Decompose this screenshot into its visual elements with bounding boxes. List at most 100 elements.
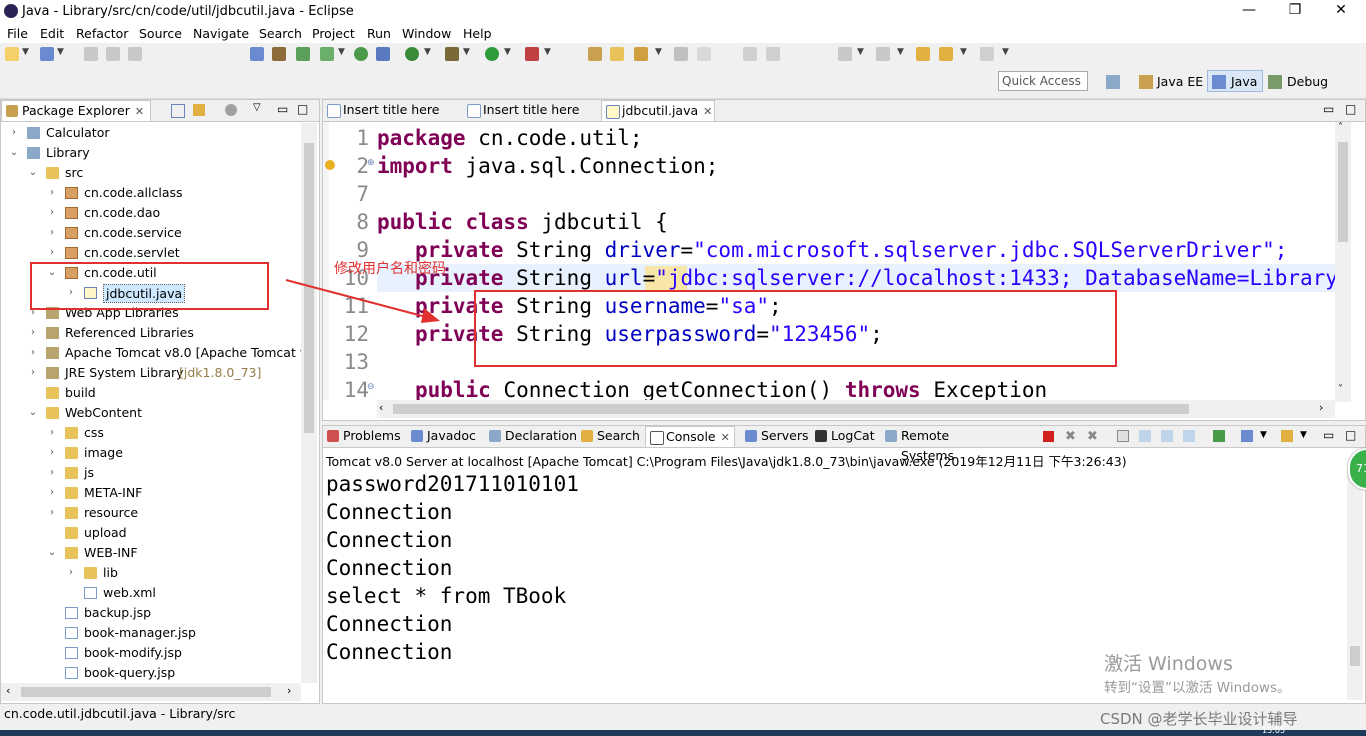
tree-item[interactable]: book-query.jsp: [1, 663, 301, 683]
minimize-view-icon[interactable]: ▭: [277, 102, 288, 116]
tree-item[interactable]: › cn.code.servlet: [1, 243, 301, 263]
show-stderr-icon[interactable]: [1183, 430, 1195, 442]
tree-item[interactable]: › lib: [1, 563, 301, 583]
menu-file[interactable]: File: [7, 26, 28, 41]
maximize-view-icon[interactable]: □: [297, 102, 308, 116]
close-icon[interactable]: ✕: [135, 105, 144, 118]
editor-horizontal-scrollbar[interactable]: ‹ ›: [377, 400, 1335, 418]
tree-horizontal-scrollbar[interactable]: ‹ ›: [1, 683, 301, 701]
run-icon[interactable]: [485, 47, 499, 61]
tree-item[interactable]: ⌄ WebContent: [1, 403, 301, 423]
tree-item[interactable]: backup.jsp: [1, 603, 301, 623]
check-icon[interactable]: [320, 47, 334, 61]
tree-item[interactable]: book-modify.jsp: [1, 643, 301, 663]
menu-navigate[interactable]: Navigate: [193, 26, 249, 41]
scroll-right-icon[interactable]: ›: [1319, 401, 1323, 414]
code-line[interactable]: public class jdbcutil {: [377, 208, 668, 236]
tree-item[interactable]: › image: [1, 443, 301, 463]
close-icon[interactable]: ✕: [721, 431, 730, 444]
open-perspective-icon[interactable]: [1106, 75, 1120, 89]
chevron-down-icon[interactable]: ▼: [655, 47, 662, 57]
tree-item[interactable]: › js: [1, 463, 301, 483]
close-icon[interactable]: ✕: [703, 105, 712, 118]
tab-remote-systems[interactable]: Remote Systems: [881, 426, 1005, 463]
chevron-down-icon[interactable]: ⌄: [28, 403, 38, 423]
code-line[interactable]: import java.sql.Connection;: [377, 152, 718, 180]
tree-item[interactable]: ⌄ WEB-INF: [1, 543, 301, 563]
editor-vertical-scrollbar[interactable]: ˄ ˅: [1335, 122, 1351, 402]
chevron-right-icon[interactable]: ›: [28, 343, 38, 363]
perspective-debug[interactable]: Debug: [1287, 74, 1328, 89]
print-icon[interactable]: [128, 47, 142, 61]
chevron-down-icon[interactable]: ⌄: [9, 143, 19, 163]
minimize-view-icon[interactable]: ▭: [1323, 102, 1334, 116]
tree-item[interactable]: build: [1, 383, 301, 403]
debug-icon[interactable]: [445, 47, 459, 61]
chevron-down-icon[interactable]: ▼: [1260, 430, 1267, 440]
tab-insert-title-2[interactable]: Insert title here: [463, 100, 599, 121]
chevron-right-icon[interactable]: ›: [47, 443, 57, 463]
skip-breakpoints-icon[interactable]: [250, 47, 264, 61]
tree-item[interactable]: web.xml: [1, 583, 301, 603]
tab-logcat[interactable]: LogCat: [811, 426, 879, 447]
scroll-down-icon[interactable]: ˅: [1338, 384, 1343, 395]
chevron-down-icon[interactable]: ▼: [463, 47, 470, 57]
code-line[interactable]: private String driver="com.microsoft.sql…: [377, 236, 1287, 264]
tab-package-explorer[interactable]: Package Explorer ✕: [1, 100, 151, 121]
open-folder-icon[interactable]: [610, 47, 624, 61]
tree-item[interactable]: › cn.code.dao: [1, 203, 301, 223]
tab-servers[interactable]: Servers: [741, 426, 809, 447]
scroll-left-icon[interactable]: ‹: [6, 684, 10, 697]
chevron-right-icon[interactable]: ›: [47, 463, 57, 483]
maximize-button[interactable]: ❐: [1272, 2, 1318, 18]
chevron-down-icon[interactable]: ▼: [960, 47, 967, 57]
last-edit-icon[interactable]: [916, 47, 930, 61]
tab-console[interactable]: Console ✕: [645, 426, 735, 447]
deploy-icon[interactable]: [272, 47, 286, 61]
minimize-button[interactable]: —: [1226, 2, 1272, 18]
chevron-down-icon[interactable]: ▼: [544, 47, 551, 57]
new-icon[interactable]: [5, 47, 19, 61]
maximize-view-icon[interactable]: □: [1345, 102, 1356, 116]
chevron-right-icon[interactable]: ›: [47, 183, 57, 203]
chevron-down-icon[interactable]: ▼: [338, 47, 345, 57]
scroll-lock-icon[interactable]: [1139, 430, 1151, 442]
remove-all-icon[interactable]: ✖: [1087, 429, 1098, 444]
new-server-icon[interactable]: [40, 47, 54, 61]
external-tools-icon[interactable]: [525, 47, 539, 61]
view-menu-icon[interactable]: ▽: [253, 102, 261, 113]
link-editor-icon[interactable]: [193, 104, 205, 116]
save-all-icon[interactable]: [106, 47, 120, 61]
terminate-icon[interactable]: [1043, 431, 1054, 442]
scroll-left-icon[interactable]: ‹: [379, 401, 383, 414]
close-button[interactable]: ✕: [1318, 2, 1364, 18]
tab-jdbcutil-java[interactable]: jdbcutil.java ✕: [601, 100, 715, 121]
remove-launch-icon[interactable]: ✖: [1065, 429, 1076, 444]
menu-run[interactable]: Run: [367, 26, 391, 41]
chevron-down-icon[interactable]: ▼: [897, 47, 904, 57]
display-console-icon[interactable]: [1241, 430, 1253, 442]
chevron-right-icon[interactable]: ›: [47, 203, 57, 223]
annotation-icon[interactable]: [674, 47, 688, 61]
tab-problems[interactable]: Problems: [323, 426, 405, 447]
menu-help[interactable]: Help: [463, 26, 492, 41]
tree-item[interactable]: › resource: [1, 503, 301, 523]
tree-item[interactable]: ⌄ src: [1, 163, 301, 183]
pen-icon[interactable]: [697, 47, 711, 61]
tab-declaration[interactable]: Declaration: [485, 426, 577, 447]
chevron-right-icon[interactable]: ›: [28, 363, 38, 383]
tree-item[interactable]: book-manager.jsp: [1, 623, 301, 643]
search-icon[interactable]: [634, 47, 648, 61]
database-icon[interactable]: [296, 47, 310, 61]
scroll-thumb[interactable]: [393, 404, 1189, 414]
chevron-down-icon[interactable]: ⌄: [47, 543, 57, 563]
clear-console-icon[interactable]: [1117, 430, 1129, 442]
forward-icon[interactable]: [980, 47, 994, 61]
perspective-java-ee[interactable]: Java EE: [1157, 74, 1203, 89]
chevron-down-icon[interactable]: ⌄: [28, 163, 38, 183]
chevron-down-icon[interactable]: ▼: [504, 47, 511, 57]
tree-item[interactable]: › Calculator: [1, 123, 301, 143]
chevron-right-icon[interactable]: ›: [47, 503, 57, 523]
menu-project[interactable]: Project: [312, 26, 355, 41]
tab-search[interactable]: Search: [577, 426, 643, 447]
